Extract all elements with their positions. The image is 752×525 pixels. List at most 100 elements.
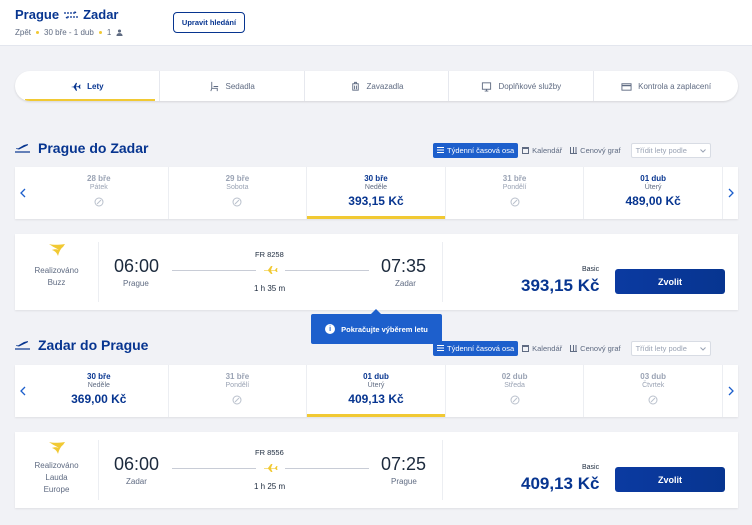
continue-tooltip: i Pokračujte výběrem letu: [311, 309, 442, 344]
select-flight-button[interactable]: Zvolit: [615, 467, 725, 492]
next-dates-button[interactable]: [723, 167, 738, 219]
ryanair-harp-logo: [48, 442, 65, 454]
flight-duration: 1 h 25 m: [254, 482, 286, 491]
trip-type: Zpět: [15, 28, 32, 37]
flight-price: 409,13 Kč: [521, 474, 600, 493]
step-services[interactable]: Doplňkové služby: [449, 71, 595, 101]
flight-number: FR 8258: [255, 250, 284, 259]
prev-dates-button[interactable]: [15, 365, 30, 417]
departure-city: Zadar: [126, 477, 147, 486]
unavailable-icon: [648, 395, 658, 405]
route-line: [285, 468, 369, 469]
calendar-view-tab[interactable]: Kalendář: [518, 341, 566, 356]
date-price: 393,15 Kč: [348, 194, 404, 208]
price-graph-tab[interactable]: Cenový graf: [566, 143, 624, 158]
chevron-left-icon: [19, 386, 25, 396]
unavailable-icon: [232, 395, 242, 405]
arrival-time: 07:35: [381, 256, 427, 276]
date-option: 03 dub Čtvrtek: [584, 365, 723, 417]
next-dates-button[interactable]: [723, 365, 738, 417]
route-line: [172, 468, 256, 469]
step-label: Lety: [87, 81, 104, 91]
section-title: Prague do Zadar: [38, 140, 149, 156]
card-icon: [621, 82, 632, 91]
date-option-selected[interactable]: 30 bře Neděle 393,15 Kč: [307, 167, 446, 219]
bar-chart-icon: [570, 147, 578, 154]
prev-dates-button[interactable]: [15, 167, 30, 219]
date-option: 02 dub Středa: [446, 365, 585, 417]
departure-time: 06:00: [114, 256, 160, 276]
airline-info: Realizováno Buzz: [15, 242, 99, 302]
chevron-down-icon: [699, 346, 706, 351]
inbound-date-strip: 30 bře Neděle 369,00 Kč 31 bře Pondělí 01 …: [15, 365, 738, 417]
step-label: Sedadla: [225, 81, 255, 91]
weekly-view-tab[interactable]: Týdenní časová osa: [433, 341, 519, 356]
sort-dropdown[interactable]: Třídit lety podle: [630, 341, 711, 356]
bar-chart-icon: [570, 345, 578, 352]
date-price: 489,00 Kč: [625, 194, 681, 208]
date-option: 28 bře Pátek: [30, 167, 169, 219]
takeoff-icon: [15, 341, 30, 350]
inbound-title: Zadar do Prague: [15, 337, 148, 353]
arrival-time: 07:25: [381, 454, 427, 474]
chevron-down-icon: [699, 148, 706, 153]
route-line: [285, 270, 369, 271]
unavailable-icon: [232, 197, 242, 207]
date-price: 409,13 Kč: [348, 392, 404, 406]
outbound-date-strip: 28 bře Pátek 29 bře Sobota 30 bře Neděle 39…: [15, 167, 738, 219]
route-line: [172, 270, 256, 271]
header: Prague Zadar Zpět 30 bře - 1 dub 1 Uprav…: [0, 0, 752, 46]
route-title: Prague Zadar: [15, 7, 118, 22]
list-icon: [437, 147, 444, 154]
step-luggage[interactable]: Zavazadla: [305, 71, 450, 101]
step-flights[interactable]: Lety: [15, 71, 160, 101]
unavailable-icon: [510, 395, 520, 405]
chevron-right-icon: [728, 386, 734, 396]
flight-number: FR 8556: [255, 448, 284, 457]
outbound-title: Prague do Zadar: [15, 140, 148, 156]
services-icon: [482, 81, 492, 92]
flight-price: 393,15 Kč: [521, 276, 600, 295]
date-option[interactable]: 01 dub Úterý 489,00 Kč: [584, 167, 723, 219]
arrival-city: Prague: [391, 477, 417, 486]
view-switcher: Týdenní časová osa Kalendář Cenový graf …: [433, 143, 711, 158]
unavailable-icon: [94, 197, 104, 207]
card-divider: [442, 242, 443, 302]
sort-dropdown[interactable]: Třídit lety podle: [630, 143, 711, 158]
step-label: Doplňkové služby: [498, 81, 562, 91]
outbound-flight-card: Realizováno Buzz 06:00 Prague FR 8258 1 …: [15, 234, 738, 310]
date-option: 31 bře Pondělí: [169, 365, 308, 417]
takeoff-icon: [15, 144, 30, 153]
edit-search-button[interactable]: Upravit hledání: [173, 12, 245, 33]
step-seats[interactable]: Sedadla: [160, 71, 305, 101]
calendar-view-tab[interactable]: Kalendář: [518, 143, 566, 158]
view-switcher: Týdenní časová osa Kalendář Cenový graf …: [433, 341, 711, 356]
inbound-flight-card: Realizováno Lauda Europe 06:00 Zadar FR …: [15, 432, 738, 508]
list-icon: [437, 345, 444, 352]
date-option: 31 bře Pondělí: [446, 167, 585, 219]
origin-city: Prague: [15, 7, 60, 22]
airline-info: Realizováno Lauda Europe: [15, 440, 99, 500]
destination-city: Zadar: [83, 7, 119, 22]
step-checkout[interactable]: Kontrola a zaplacení: [594, 71, 738, 101]
seat-icon: [209, 81, 218, 91]
fare-type: Basic: [582, 266, 600, 273]
plane-icon: [71, 82, 81, 91]
chevron-right-icon: [728, 188, 734, 198]
arrival-city: Zadar: [395, 279, 416, 288]
section-title: Zadar do Prague: [38, 337, 149, 353]
date-option-selected[interactable]: 01 dub Úterý 409,13 Kč: [307, 365, 446, 417]
flight-duration: 1 h 35 m: [254, 284, 286, 293]
weekly-view-tab[interactable]: Týdenní časová osa: [433, 143, 519, 158]
step-label: Kontrola a zaplacení: [638, 81, 712, 91]
date-option: 29 bře Sobota: [169, 167, 308, 219]
date-price: 369,00 Kč: [71, 392, 127, 406]
card-divider: [442, 440, 443, 500]
select-flight-button[interactable]: Zvolit: [615, 269, 725, 294]
price-graph-tab[interactable]: Cenový graf: [566, 341, 624, 356]
separator-dot: [36, 31, 40, 34]
calendar-icon: [522, 345, 530, 352]
calendar-icon: [522, 147, 530, 154]
ryanair-harp-logo: [48, 244, 65, 256]
date-option[interactable]: 30 bře Neděle 369,00 Kč: [30, 365, 169, 417]
